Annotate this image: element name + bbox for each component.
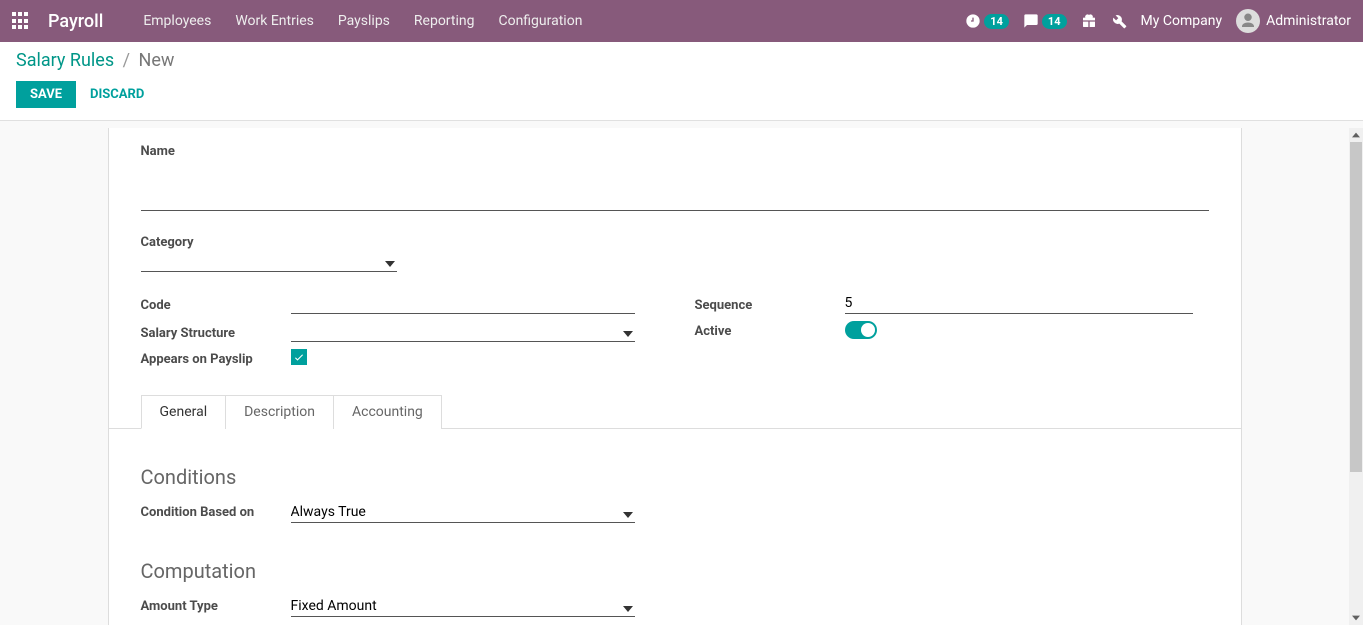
salary-structure-label: Salary Structure [141, 322, 291, 341]
category-label: Category [141, 231, 291, 250]
save-button[interactable]: SAVE [16, 81, 76, 108]
sequence-label: Sequence [695, 294, 845, 313]
sequence-input[interactable] [845, 293, 1193, 314]
name-input[interactable] [141, 187, 1209, 211]
form-scroll-area[interactable]: Name Category Code Salary Structure [0, 128, 1349, 625]
toggle-knob [861, 323, 875, 337]
salary-structure-select[interactable] [291, 320, 635, 342]
top-navbar: Payroll Employees Work Entries Payslips … [0, 0, 1363, 42]
apps-icon[interactable] [12, 12, 30, 30]
control-bar: Salary Rules / New SAVE DISCARD [0, 42, 1363, 121]
menu-configuration[interactable]: Configuration [498, 13, 582, 29]
form-sheet: Name Category Code Salary Structure [108, 128, 1242, 625]
details-columns: Code Salary Structure Appears on Payslip [141, 292, 1209, 373]
category-field-block: Category [141, 231, 1209, 272]
tab-accounting[interactable]: Accounting [333, 395, 442, 429]
menu-reporting[interactable]: Reporting [414, 13, 475, 29]
menu-payslips[interactable]: Payslips [338, 13, 390, 29]
clock-icon [965, 13, 981, 29]
scrollbar-track[interactable] [1349, 128, 1363, 625]
amount-type-select[interactable] [291, 595, 635, 617]
amount-type-input[interactable] [291, 596, 635, 617]
name-label: Name [141, 140, 291, 159]
breadcrumb-sep: / [123, 50, 130, 71]
topbar-right: 14 14 My Company Administrator [965, 9, 1351, 33]
right-column: Sequence Active [695, 292, 1209, 373]
scroll-down-arrow-icon[interactable] [1349, 611, 1363, 625]
check-icon [293, 351, 305, 363]
scrollbar-thumb[interactable] [1350, 142, 1362, 472]
wrench-icon[interactable] [1111, 13, 1127, 29]
activity-badge: 14 [984, 14, 1009, 29]
app-brand[interactable]: Payroll [48, 11, 103, 32]
tabs-bar: General Description Accounting [109, 395, 1241, 429]
left-column: Code Salary Structure Appears on Payslip [141, 292, 655, 373]
user-menu[interactable]: Administrator [1236, 9, 1351, 33]
gift-icon[interactable] [1081, 13, 1097, 29]
amount-type-label: Amount Type [141, 595, 291, 617]
menu-work-entries[interactable]: Work Entries [235, 13, 314, 29]
messages-indicator[interactable]: 14 [1023, 13, 1067, 29]
appears-label: Appears on Payslip [141, 348, 291, 367]
name-field-block: Name [141, 140, 1209, 211]
messages-badge: 14 [1042, 14, 1067, 29]
breadcrumb: Salary Rules / New [16, 50, 1347, 71]
category-select[interactable] [141, 250, 397, 272]
menu-employees[interactable]: Employees [143, 13, 211, 29]
user-name: Administrator [1266, 13, 1351, 29]
avatar-icon [1236, 9, 1260, 33]
discard-button[interactable]: DISCARD [90, 87, 144, 102]
active-toggle[interactable] [845, 321, 877, 339]
activity-indicator[interactable]: 14 [965, 13, 1009, 29]
chat-icon [1023, 13, 1039, 29]
condition-based-select[interactable] [291, 501, 635, 523]
condition-based-input[interactable] [291, 502, 635, 523]
main-menu: Employees Work Entries Payslips Reportin… [143, 13, 582, 29]
scroll-up-arrow-icon[interactable] [1349, 128, 1363, 142]
breadcrumb-parent[interactable]: Salary Rules [16, 50, 114, 71]
breadcrumb-current: New [139, 50, 175, 71]
company-selector[interactable]: My Company [1141, 13, 1223, 29]
code-input[interactable] [291, 293, 635, 314]
conditions-title: Conditions [141, 465, 1209, 489]
active-label: Active [695, 320, 845, 339]
salary-structure-input[interactable] [291, 321, 635, 342]
tab-content-general: Conditions Condition Based on Computatio… [141, 465, 1209, 625]
category-input[interactable] [141, 251, 397, 272]
condition-based-label: Condition Based on [141, 501, 291, 523]
code-label: Code [141, 294, 291, 313]
appears-checkbox[interactable] [291, 349, 307, 365]
computation-title: Computation [141, 559, 1209, 583]
tab-general[interactable]: General [141, 395, 227, 429]
tab-description[interactable]: Description [225, 395, 334, 429]
